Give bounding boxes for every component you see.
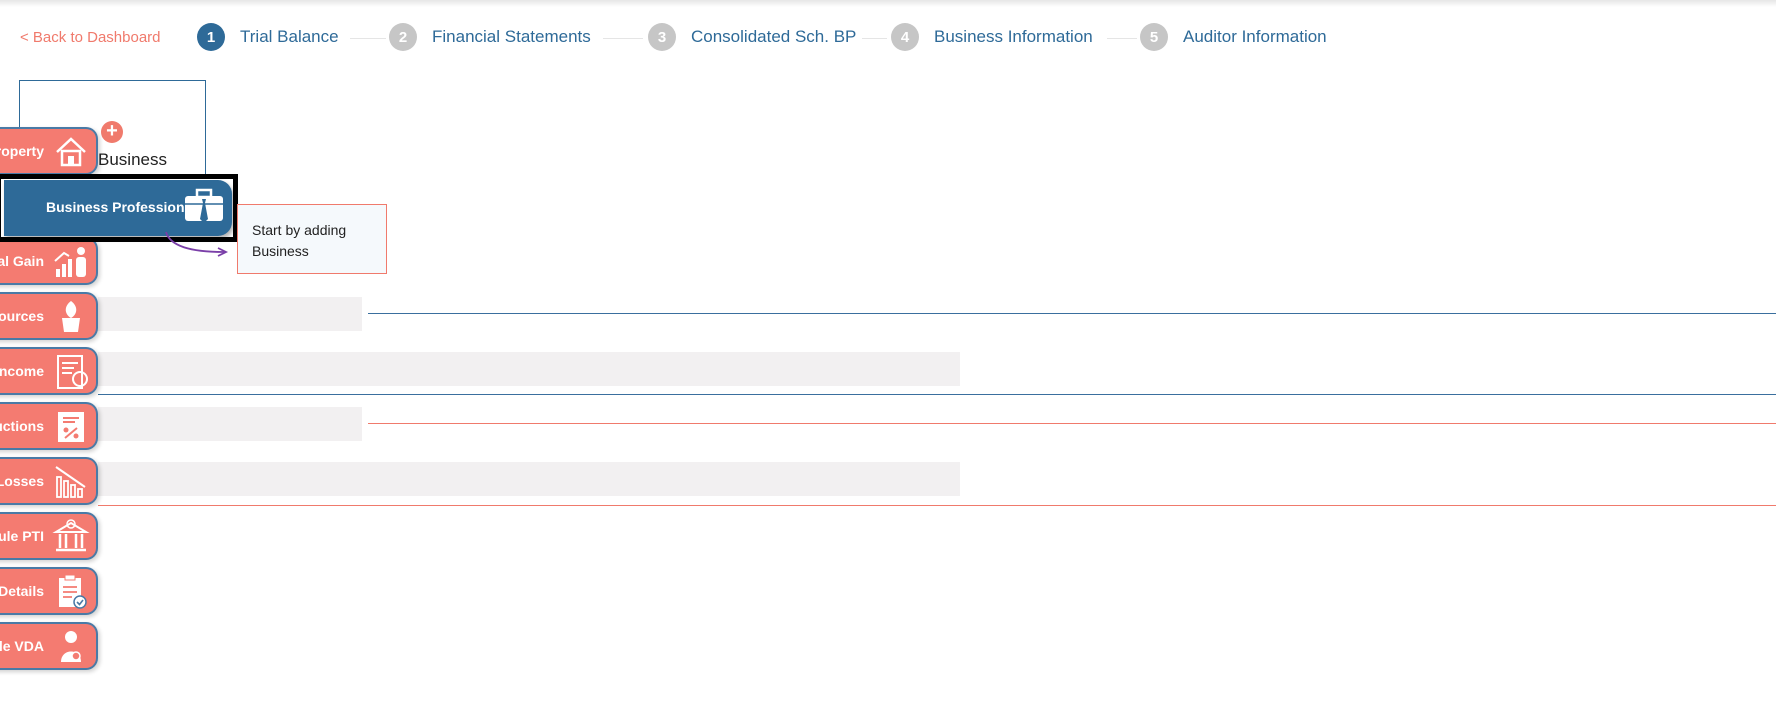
tooltip-arrow [165,231,229,257]
step-number: 2 [389,23,417,51]
skeleton-bar [98,352,960,386]
divider-line [98,394,1776,395]
sidebar-item-property[interactable]: roperty [0,127,98,175]
bank-icon [52,519,90,552]
step-connector [1107,38,1137,39]
skeleton-bar [98,462,960,496]
step-number: 1 [197,23,225,51]
step-number: 4 [891,23,919,51]
declining-chart-icon [55,466,86,498]
step-label: Financial Statements [432,27,591,46]
sidebar-item-tax-details[interactable]: Details [0,567,98,615]
step-label: Trial Balance [240,27,339,46]
divider-line [98,505,1776,506]
step-number: 3 [648,23,676,51]
person-icon [61,631,81,662]
step-connector [603,38,643,39]
step-label: Business Information [934,27,1093,46]
sidebar-item-deductions[interactable]: uctions [0,402,98,450]
step-financial-statements[interactable]: 2 Financial Statements [389,23,591,51]
sidebar-item-label: roperty [0,143,44,159]
sidebar-item-label: Sources [0,308,44,324]
sidebar-item-losses[interactable]: Losses [0,457,98,505]
step-connector [350,38,386,39]
plant-icon [62,301,80,332]
sidebar-item-label: Business Profession [46,199,185,215]
sidebar-item-capital-gain[interactable]: al Gain [0,237,98,285]
sidebar-item-label: ncome [0,363,44,379]
tooltip-text: Start by adding Business [252,222,347,259]
sidebar-item-income[interactable]: ncome [0,347,98,395]
divider-line [368,313,1776,314]
tax-receipt-icon [57,355,88,389]
step-auditor-information[interactable]: 5 Auditor Information [1140,23,1327,51]
add-business-label: Business [98,150,167,169]
step-trial-balance[interactable]: 1 Trial Balance [197,23,339,51]
onboarding-tooltip: Start by adding Business [237,204,387,274]
sidebar-item-schedule-pti[interactable]: ule PTI [0,512,98,560]
back-to-dashboard-link[interactable]: < Back to Dashboard [20,29,161,46]
briefcase-icon [185,188,223,223]
step-label: Auditor Information [1183,27,1327,46]
sidebar-item-business-profession[interactable]: Business Profession [4,180,232,236]
step-connector [862,38,887,39]
step-label: Consolidated Sch. BP [691,27,857,46]
step-consolidated-sch-bp[interactable]: 3 Consolidated Sch. BP [648,23,856,51]
skeleton-bar [98,407,362,441]
tax-clipboard-icon [59,574,87,609]
top-shadow [0,0,1776,7]
sidebar-item-label: ule VDA [0,638,44,654]
sidebar-item-label: uctions [0,418,44,434]
tax-percent-icon [58,412,84,442]
sidebar-item-schedule-vda[interactable]: ule VDA [0,622,98,670]
house-icon [56,137,86,167]
add-business-button[interactable]: + [101,121,123,143]
step-business-information[interactable]: 4 Business Information [891,23,1093,51]
sidebar-item-label: Details [0,583,44,599]
sidebar-item-other-sources[interactable]: Sources [0,292,98,340]
sidebar-item-label: al Gain [0,253,44,269]
sidebar-item-label: Losses [0,473,44,489]
skeleton-bar [98,297,362,331]
step-number: 5 [1140,23,1168,51]
sidebar-item-label: ule PTI [0,528,44,544]
divider-line [368,423,1776,424]
growth-chart-icon [54,247,86,277]
